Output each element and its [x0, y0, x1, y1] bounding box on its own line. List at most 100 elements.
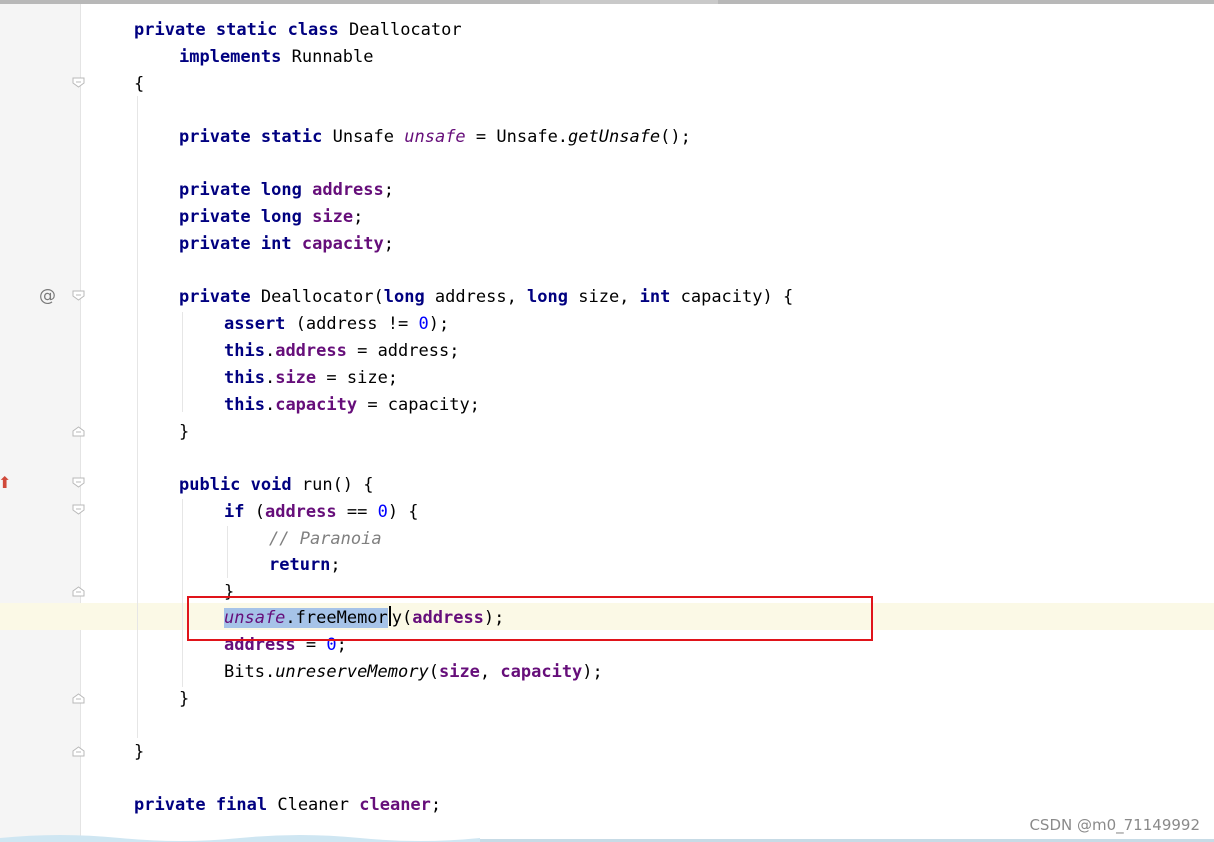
paren: (	[244, 502, 265, 522]
fold-close-icon[interactable]	[72, 586, 85, 597]
code-line-size-field[interactable]: private long size;	[179, 204, 363, 231]
code-line-close-run[interactable]: }	[179, 686, 189, 713]
code-line-this-address[interactable]: this.address = address;	[224, 338, 459, 365]
fold-open-icon[interactable]	[72, 77, 85, 88]
implements-method-icon[interactable]: ⬆	[0, 473, 11, 492]
keyword: final	[215, 795, 268, 815]
code-line-comment[interactable]: // Paranoia	[269, 526, 382, 553]
code-line-class-decl[interactable]: private static class Deallocator	[134, 17, 462, 44]
comment: // Paranoia	[269, 529, 382, 549]
code-line-this-capacity[interactable]: this.capacity = capacity;	[224, 392, 480, 419]
watermark-text: CSDN @m0_71149992	[1029, 816, 1200, 834]
method-sig: run() {	[291, 475, 374, 495]
fold-open-icon[interactable]	[72, 504, 85, 515]
keyword: assert	[224, 314, 286, 334]
dot: .	[264, 368, 276, 388]
code-line-unsafe-field[interactable]: private static Unsafe unsafe = Unsafe.ge…	[179, 124, 691, 151]
paren-close: ) {	[387, 502, 419, 522]
brace: }	[179, 422, 190, 442]
field-name: address	[312, 180, 384, 200]
keyword: long	[527, 287, 568, 307]
keyword: private	[179, 207, 251, 227]
brace: }	[134, 742, 145, 762]
override-at-icon[interactable]: @	[39, 286, 56, 306]
number-literal: 0	[418, 314, 429, 334]
code-line-return[interactable]: return;	[269, 552, 341, 579]
code-line-run-decl[interactable]: public void run() {	[179, 472, 374, 499]
code-line-close-ctor[interactable]: }	[179, 419, 189, 446]
static-field-name: unsafe	[404, 127, 466, 147]
field-name: address	[275, 341, 347, 361]
type-name: Cleaner	[277, 795, 349, 815]
expr: (address !=	[285, 314, 419, 334]
keyword: static	[215, 20, 278, 40]
keyword: int	[260, 234, 292, 254]
dot: .	[264, 395, 276, 415]
keyword: this	[224, 341, 265, 361]
semicolon: ;	[383, 234, 395, 254]
class-ref: Unsafe.	[496, 127, 569, 147]
keyword: long	[260, 207, 302, 227]
fold-open-icon[interactable]	[72, 290, 85, 301]
code-line-assert[interactable]: assert (address != 0);	[224, 311, 449, 338]
keyword: private	[179, 127, 251, 147]
code-line-this-size[interactable]: this.size = size;	[224, 365, 398, 392]
separator: ,	[479, 662, 501, 682]
indent-guide	[182, 499, 183, 687]
code-line-close-class[interactable]: }	[134, 739, 144, 766]
indent-guide	[137, 96, 138, 738]
brace: }	[179, 689, 190, 709]
class-name: Deallocator	[349, 20, 462, 40]
code-line-address-field[interactable]: private long address;	[179, 177, 394, 204]
field-name: cleaner	[359, 795, 431, 815]
code-line-bits-unreserve[interactable]: Bits.unreserveMemory(size, capacity);	[224, 659, 603, 686]
keyword: this	[224, 368, 265, 388]
number-literal: 0	[377, 502, 388, 522]
code-line-implements[interactable]: implements Runnable	[179, 44, 374, 71]
indent-guide	[182, 312, 183, 412]
keyword: private	[134, 20, 206, 40]
operator: ==	[336, 502, 378, 522]
semicolon: ;	[383, 180, 395, 200]
keyword: public	[179, 475, 241, 495]
fold-open-icon[interactable]	[72, 477, 85, 488]
code-line-open-brace[interactable]: {	[134, 71, 144, 98]
annotation-highlight-box	[187, 596, 873, 641]
code-line-cleaner-field[interactable]: private final Cleaner cleaner;	[134, 792, 441, 819]
keyword: void	[250, 475, 292, 495]
field-name: capacity	[500, 662, 583, 682]
param: capacity) {	[670, 287, 794, 307]
assign-op: =	[465, 127, 497, 147]
keyword: private	[179, 287, 251, 307]
code-line-capacity-field[interactable]: private int capacity;	[179, 231, 394, 258]
param: size,	[568, 287, 640, 307]
keyword: implements	[179, 47, 282, 67]
semicolon: ;	[330, 555, 341, 575]
editor-gutter[interactable]	[0, 4, 81, 842]
paren: (	[428, 662, 439, 682]
keyword: private	[134, 795, 206, 815]
param: address,	[424, 287, 528, 307]
field-name: capacity	[275, 395, 358, 415]
keyword: long	[260, 180, 302, 200]
keyword: private	[179, 234, 251, 254]
call-tail: ();	[660, 127, 691, 147]
keyword: long	[383, 287, 425, 307]
field-name: size	[312, 207, 354, 227]
fold-close-icon[interactable]	[72, 746, 85, 757]
assign-tail: = size;	[316, 368, 399, 388]
interface-name: Runnable	[291, 47, 374, 67]
fold-close-icon[interactable]	[72, 426, 85, 437]
field-name: size	[275, 368, 317, 388]
semicolon: ;	[353, 207, 364, 227]
class-ref: Bits.	[224, 662, 276, 682]
type-name: Unsafe	[332, 127, 394, 147]
keyword: if	[224, 502, 245, 522]
constructor-name: Deallocator(	[260, 287, 384, 307]
fold-close-icon[interactable]	[72, 693, 85, 704]
code-line-constructor[interactable]: private Deallocator(long address, long s…	[179, 284, 793, 311]
brace: {	[134, 74, 145, 94]
code-line-if[interactable]: if (address == 0) {	[224, 499, 419, 526]
field-name: capacity	[301, 234, 384, 254]
indent-guide	[227, 526, 228, 578]
